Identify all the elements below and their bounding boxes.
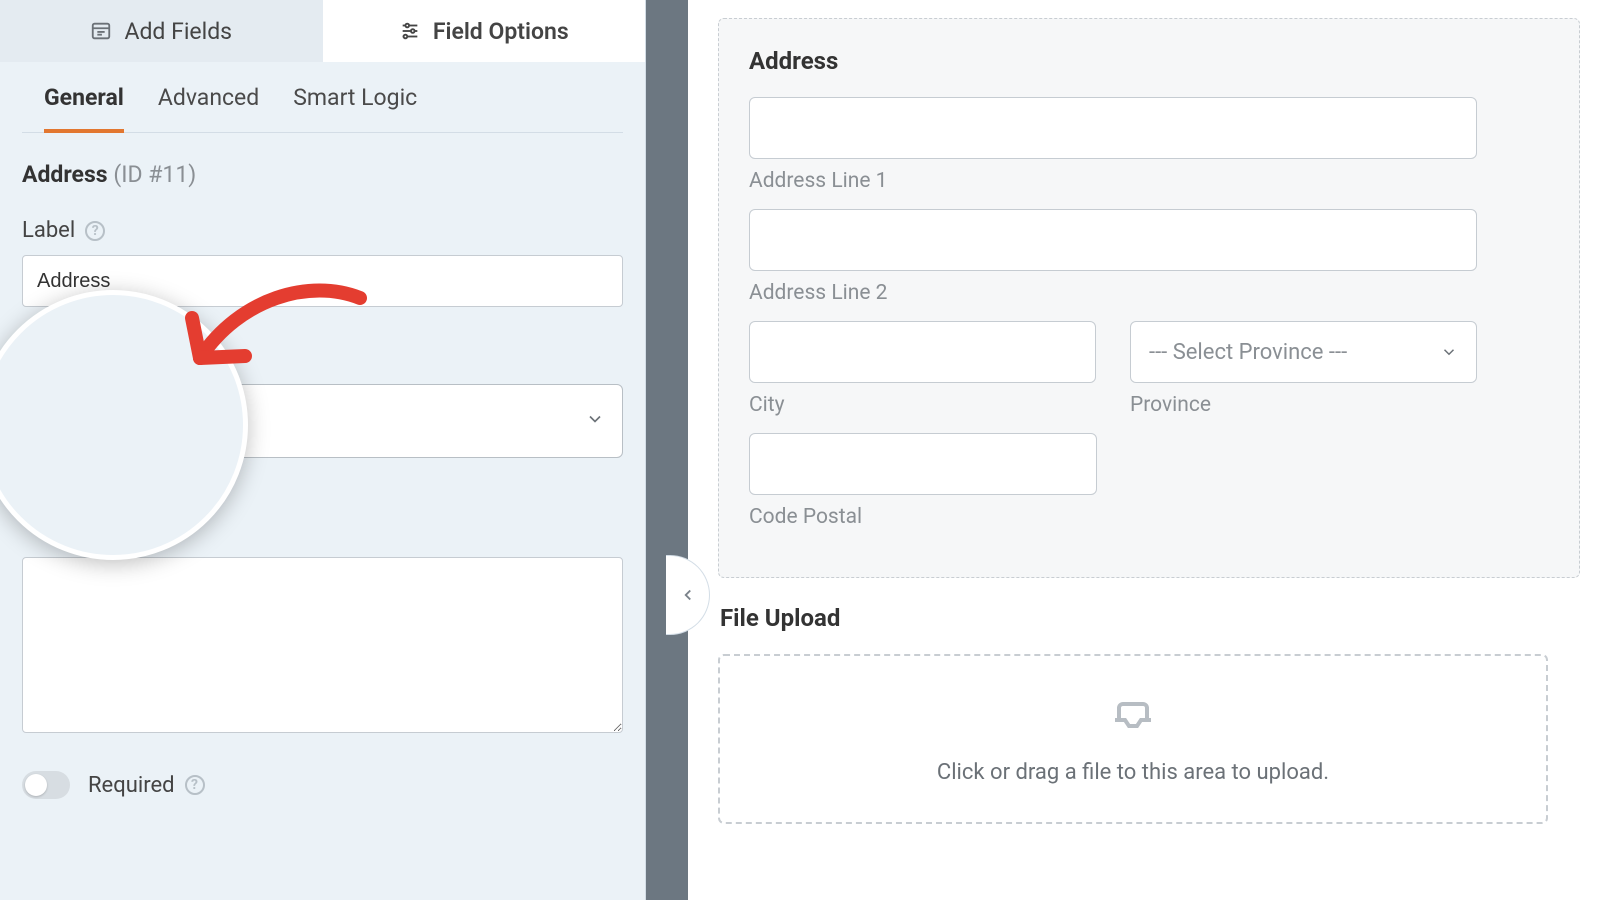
city-input[interactable]: [749, 321, 1096, 383]
panel-body: Address (ID #11) Label ? Scheme ? Canada: [0, 133, 645, 799]
form-icon: [90, 20, 112, 42]
description-label-text: Description: [22, 498, 165, 531]
subtab-general[interactable]: General: [44, 84, 124, 133]
city-province-row: City --- Select Province --- Province: [749, 321, 1477, 417]
address-heading: Address: [749, 47, 1549, 75]
address-line1-row: Address Line 1: [749, 97, 1549, 193]
scheme-label-text: Scheme: [22, 333, 124, 366]
required-toggle[interactable]: [22, 771, 70, 799]
province-label: Province: [1130, 393, 1477, 417]
dropzone-text: Click or drag a file to this area to upl…: [937, 760, 1329, 785]
scheme-select[interactable]: Canada: [22, 384, 623, 458]
address-line2-input[interactable]: [749, 209, 1477, 271]
row-label: Label ?: [22, 218, 623, 307]
description-label: Description ?: [22, 492, 195, 531]
subtab-smart-logic[interactable]: Smart Logic: [293, 84, 417, 132]
postal-input[interactable]: [749, 433, 1097, 495]
field-name: Address: [22, 161, 108, 188]
address-line1-input[interactable]: [749, 97, 1477, 159]
tab-field-options[interactable]: Field Options: [323, 0, 646, 62]
label-label-text: Label: [22, 218, 75, 243]
top-tabs: Add Fields Field Options: [0, 0, 645, 62]
tab-add-fields-label: Add Fields: [124, 18, 232, 45]
chevron-down-icon: [585, 409, 605, 433]
field-title: Address (ID #11): [22, 161, 623, 188]
field-id: (ID #11): [113, 161, 196, 188]
province-select[interactable]: --- Select Province ---: [1130, 321, 1477, 383]
address-block[interactable]: Address Address Line 1 Address Line 2 Ci…: [718, 18, 1580, 578]
row-required: Required ?: [22, 771, 623, 799]
help-icon[interactable]: ?: [134, 340, 154, 360]
row-scheme: Scheme ? Canada: [22, 333, 623, 458]
file-dropzone[interactable]: Click or drag a file to this area to upl…: [718, 654, 1548, 824]
postal-label: Code Postal: [749, 505, 1097, 529]
scheme-label: Scheme ?: [22, 333, 623, 366]
description-input[interactable]: [22, 557, 623, 733]
province-placeholder: --- Select Province ---: [1149, 340, 1347, 365]
help-icon[interactable]: ?: [185, 775, 205, 795]
address-line2-label: Address Line 2: [749, 281, 1549, 305]
form-preview: Address Address Line 1 Address Line 2 Ci…: [688, 0, 1600, 900]
label-input[interactable]: [22, 255, 623, 307]
required-label-text: Required: [88, 773, 175, 798]
subtab-advanced[interactable]: Advanced: [158, 84, 259, 132]
file-upload-heading: File Upload: [720, 604, 1600, 632]
tab-field-options-label: Field Options: [433, 18, 569, 45]
tab-add-fields[interactable]: Add Fields: [0, 0, 323, 62]
sidebar: Add Fields Field Options General Advance…: [0, 0, 646, 900]
required-label: Required ?: [88, 773, 205, 798]
address-line1-label: Address Line 1: [749, 169, 1549, 193]
help-icon[interactable]: ?: [175, 505, 195, 525]
city-label: City: [749, 393, 1096, 417]
scheme-value: Canada: [43, 407, 128, 436]
address-line2-row: Address Line 2: [749, 209, 1549, 305]
sub-tabs: General Advanced Smart Logic: [22, 62, 623, 133]
row-description: Description ?: [22, 492, 623, 531]
panel-divider: [646, 0, 688, 900]
inbox-icon: [1109, 694, 1157, 746]
postal-row: Code Postal: [749, 433, 1097, 529]
sliders-icon: [399, 20, 421, 42]
help-icon[interactable]: ?: [85, 221, 105, 241]
chevron-down-icon: [1440, 343, 1458, 361]
label-label: Label ?: [22, 218, 623, 243]
